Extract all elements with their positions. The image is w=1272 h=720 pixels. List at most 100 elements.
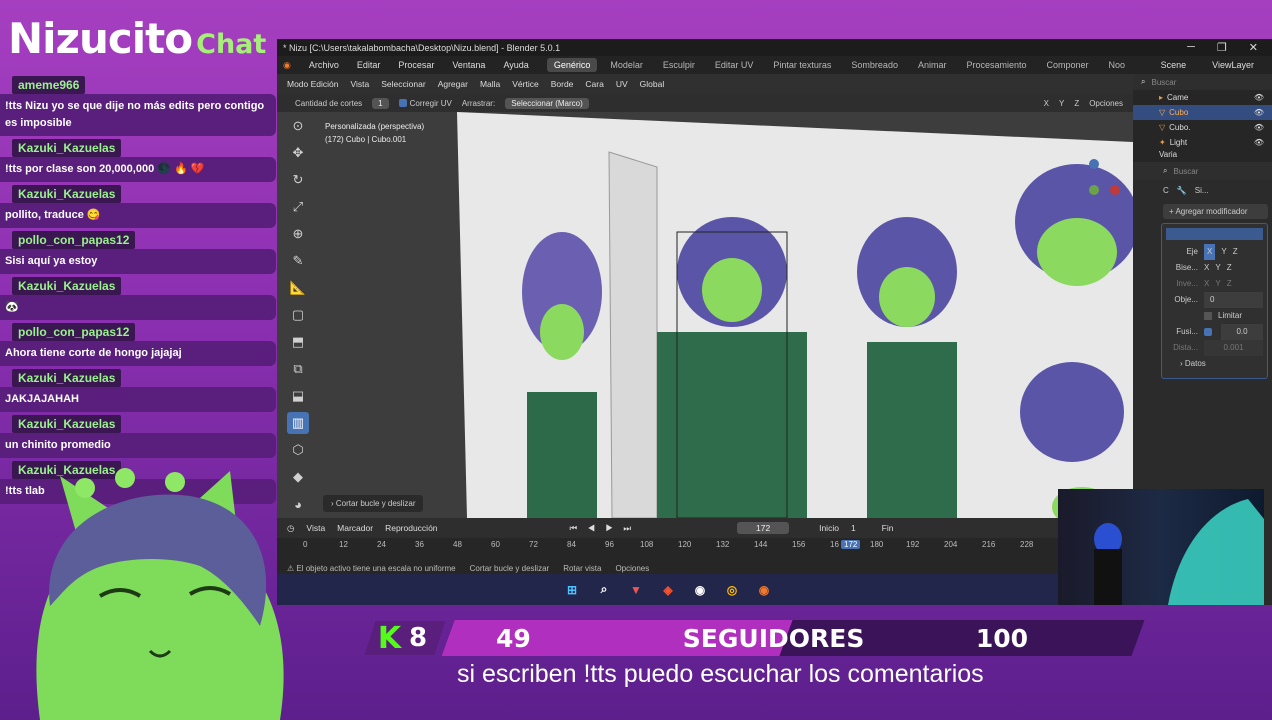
search-icon[interactable]: ⌕	[594, 580, 614, 600]
bisect-y-toggle[interactable]: Y	[1215, 260, 1220, 276]
outliner-item-cube[interactable]: ▽ Cubo 👁	[1133, 105, 1272, 120]
eye-icon[interactable]: 👁	[1254, 123, 1264, 132]
select-tool-icon[interactable]: ⊙	[287, 115, 309, 137]
poly-build-tool-icon[interactable]: ◆	[287, 466, 309, 488]
axis-x-toggle[interactable]: X	[1044, 99, 1049, 108]
menu-seleccionar[interactable]: Seleccionar	[381, 79, 425, 89]
invert-y-toggle[interactable]: Y	[1215, 276, 1220, 292]
timeline-menu-vista[interactable]: Vista	[306, 523, 325, 533]
menu-archivo[interactable]: Archivo	[309, 60, 339, 70]
app-icon[interactable]: ▼	[626, 580, 646, 600]
clock-icon[interactable]: ◷	[287, 523, 294, 534]
eje-z-toggle[interactable]: Z	[1233, 244, 1238, 260]
move-tool-icon[interactable]: ✥	[287, 142, 309, 164]
tab-componer[interactable]: Componer	[1040, 58, 1096, 72]
minimize-button[interactable]: ─	[1187, 41, 1195, 54]
tab-generico[interactable]: Genérico	[546, 58, 598, 72]
eje-x-toggle[interactable]: X	[1204, 244, 1216, 260]
menu-uv[interactable]: UV	[616, 79, 628, 89]
tab-pintar-texturas[interactable]: Pintar texturas	[766, 58, 838, 72]
3d-viewport[interactable]: Personalizada (perspectiva) (172) Cubo |…	[277, 112, 1133, 518]
windows-start-icon[interactable]: ⊞	[562, 580, 582, 600]
menu-cara[interactable]: Cara	[585, 79, 603, 89]
tab-procesamiento[interactable]: Procesamiento	[959, 58, 1033, 72]
merge-distance-field[interactable]: 0.0	[1221, 324, 1263, 340]
menu-vista[interactable]: Vista	[351, 79, 370, 89]
modifier-header[interactable]	[1166, 228, 1263, 240]
menu-ventana[interactable]: Ventana	[452, 60, 485, 70]
mode-dropdown[interactable]: Modo Edición	[287, 79, 339, 89]
menu-procesar[interactable]: Procesar	[398, 60, 434, 70]
tab-editar-uv[interactable]: Editar UV	[708, 58, 761, 72]
tab-modelar[interactable]: Modelar	[603, 58, 650, 72]
add-modifier-button[interactable]: + Agregar modificador	[1163, 204, 1268, 219]
timeline-menu-playback[interactable]: Reproducción	[385, 523, 437, 533]
tab-animar[interactable]: Animar	[911, 58, 954, 72]
operator-panel[interactable]: › Cortar bucle y deslizar	[323, 495, 424, 512]
menu-malla[interactable]: Malla	[480, 79, 500, 89]
outliner-search[interactable]: Buscar	[1151, 78, 1176, 87]
gizmo-y-icon[interactable]	[1089, 185, 1099, 195]
maximize-button[interactable]: ❐	[1217, 41, 1227, 54]
outliner-item-camera[interactable]: ▸ Came 👁	[1133, 90, 1272, 105]
props-search[interactable]: Buscar	[1173, 167, 1198, 176]
current-frame-field[interactable]: 172	[737, 522, 790, 534]
cuts-field[interactable]: 1	[372, 97, 389, 109]
brave-browser-icon[interactable]: ◈	[658, 580, 678, 600]
bisect-z-toggle[interactable]: Z	[1227, 260, 1232, 276]
scale-tool-icon[interactable]: ⤢	[287, 196, 309, 218]
options-dropdown[interactable]: Opciones	[1089, 99, 1123, 108]
view-layer-selector[interactable]: ViewLayer	[1212, 60, 1254, 70]
gizmo-x-icon[interactable]	[1110, 185, 1120, 195]
rotate-tool-icon[interactable]: ↻	[287, 169, 309, 191]
merge-checkbox[interactable]	[1204, 328, 1212, 336]
axis-z-toggle[interactable]: Z	[1074, 99, 1079, 108]
outliner-item-cube2[interactable]: ▽ Cubo. 👁	[1133, 120, 1272, 135]
knife-tool-icon[interactable]: ⬡	[287, 439, 309, 461]
timeline-menu-marker[interactable]: Marcador	[337, 523, 373, 533]
mirror-object-field[interactable]: 0	[1204, 292, 1263, 308]
invert-x-toggle[interactable]: X	[1204, 276, 1209, 292]
outliner-item-varia[interactable]: Varia	[1133, 150, 1272, 158]
transform-tool-icon[interactable]: ⊕	[287, 223, 309, 245]
eye-icon[interactable]: 👁	[1254, 93, 1264, 102]
menu-editar[interactable]: Editar	[357, 60, 381, 70]
limit-checkbox[interactable]	[1204, 312, 1212, 320]
close-button[interactable]: ✕	[1249, 41, 1258, 54]
gizmo-z-icon[interactable]	[1089, 159, 1099, 169]
chrome-icon[interactable]: ◎	[722, 580, 742, 600]
data-subpanel[interactable]: › Datos	[1166, 356, 1263, 372]
playhead[interactable]: 172	[841, 540, 861, 549]
tab-esculpir[interactable]: Esculpir	[656, 58, 702, 72]
outliner-item-light[interactable]: ✦ Light 👁	[1133, 135, 1272, 150]
obs-icon[interactable]: ◉	[690, 580, 710, 600]
eje-y-toggle[interactable]: Y	[1221, 244, 1226, 260]
bisect-x-toggle[interactable]: X	[1204, 260, 1209, 276]
blender-taskbar-icon[interactable]: ◉	[754, 580, 774, 600]
spin-tool-icon[interactable]: ◕	[287, 493, 309, 515]
scene-selector[interactable]: Scene	[1161, 60, 1187, 70]
orientation-dropdown[interactable]: Global	[640, 79, 665, 89]
play-controls[interactable]: ⏮ ◀ ▶ ⏭	[570, 523, 636, 534]
timeline-ruler[interactable]: 0 12 24 36 48 60 72 84 96 108 120 132 14…	[277, 538, 1059, 552]
blender-logo-icon[interactable]: ◉	[283, 60, 291, 71]
invert-z-toggle[interactable]: Z	[1227, 276, 1232, 292]
add-cube-tool-icon[interactable]: ▢	[287, 304, 309, 326]
correct-uv-checkbox[interactable]: Corregir UV	[398, 99, 452, 108]
menu-agregar[interactable]: Agregar	[438, 79, 468, 89]
bevel-tool-icon[interactable]: ⬓	[287, 385, 309, 407]
menu-ayuda[interactable]: Ayuda	[503, 60, 528, 70]
distance-field[interactable]: 0.001	[1204, 340, 1263, 356]
loop-cut-tool-icon[interactable]: ▥	[287, 412, 309, 434]
tab-sombreado[interactable]: Sombreado	[844, 58, 905, 72]
eye-icon[interactable]: 👁	[1254, 138, 1264, 147]
eye-icon[interactable]: 👁	[1254, 108, 1264, 117]
inset-tool-icon[interactable]: ⧉	[287, 358, 309, 380]
filter-icon[interactable]: ⌕	[1141, 77, 1145, 87]
drag-dropdown[interactable]: Seleccionar (Marco)	[505, 97, 589, 109]
annotate-tool-icon[interactable]: ✎	[287, 250, 309, 272]
axis-y-toggle[interactable]: Y	[1059, 99, 1064, 108]
measure-tool-icon[interactable]: 📐	[287, 277, 309, 299]
start-frame-field[interactable]: 1	[851, 523, 856, 533]
menu-borde[interactable]: Borde	[551, 79, 574, 89]
